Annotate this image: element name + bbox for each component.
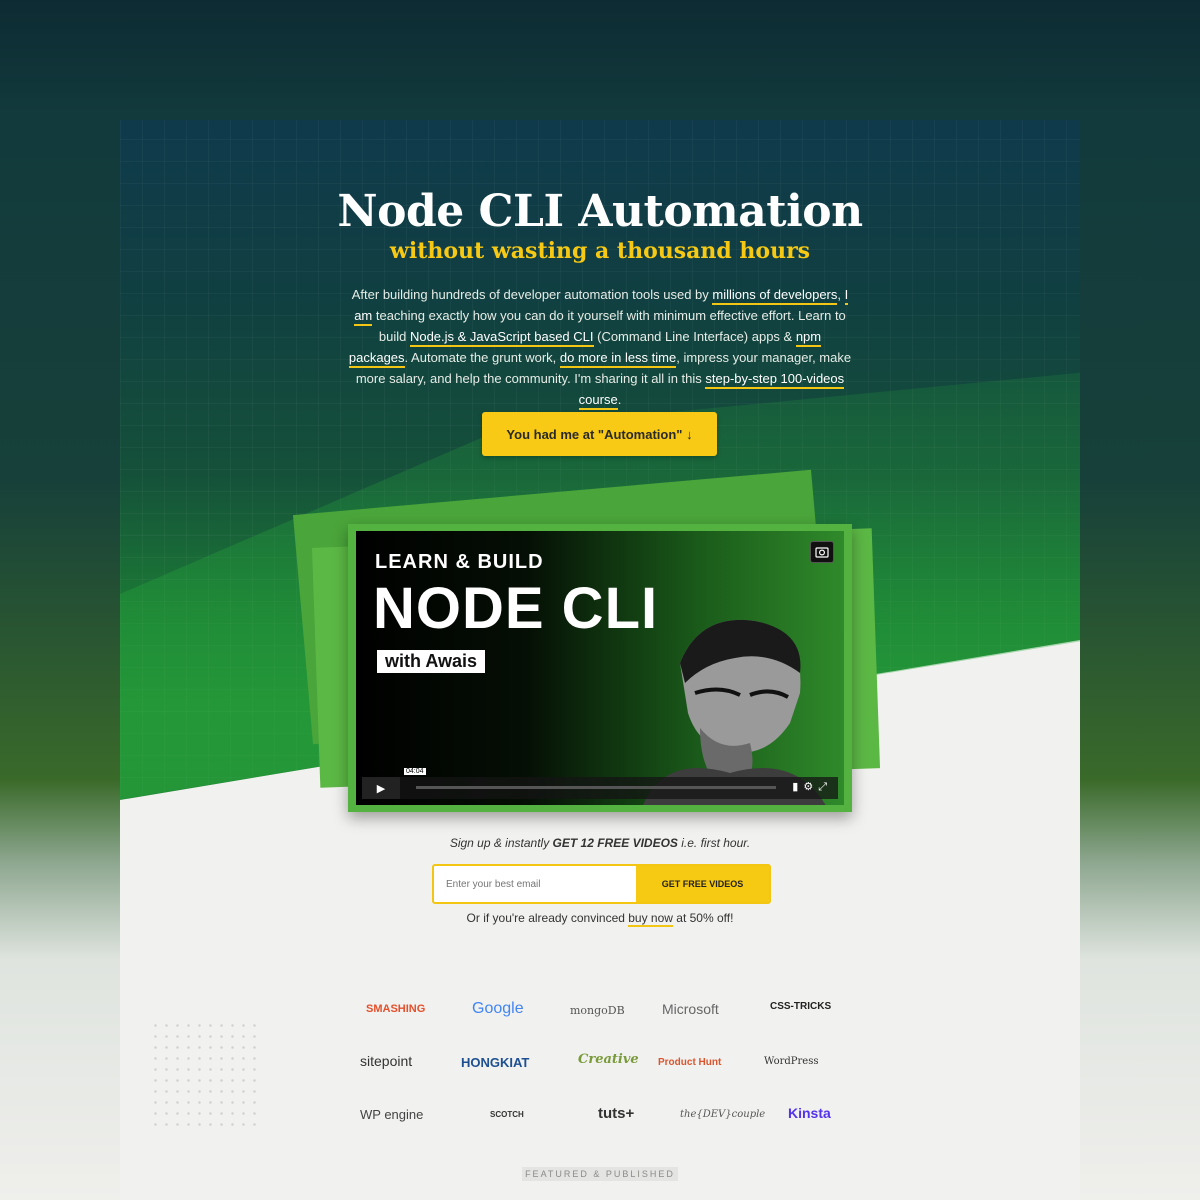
intro-text: . <box>617 392 622 407</box>
video-node-cli-text: NODE CLI <box>373 576 659 641</box>
buy-pre-text: Or if you're already convinced <box>466 911 629 925</box>
featured-label: FEATURED & PUBLISHED <box>522 1167 678 1181</box>
google-logo: Google <box>472 1000 524 1017</box>
intro-link[interactable]: millions of developers <box>712 287 838 305</box>
logo-grid: SMASHING Google mongoDB Microsoft CSS-TR… <box>350 995 860 1170</box>
product-hunt-logo: Product Hunt <box>658 1057 722 1068</box>
intro-paragraph: After building hundreds of developer aut… <box>348 284 852 410</box>
signup-pre-text: Sign up & instantly <box>449 836 553 850</box>
intro-link[interactable]: Node.js & JavaScript based CLI <box>409 329 594 347</box>
intro-link[interactable]: do more in less time <box>559 350 677 368</box>
wordpress-logo: WordPress <box>764 1056 819 1067</box>
scotch-logo: SCOTCH <box>490 1110 524 1119</box>
buy-now-line: Or if you're already convinced buy now a… <box>120 911 1080 927</box>
landing-page: Node CLI Automation without wasting a th… <box>120 120 1080 1200</box>
smashing-logo: SMASHING <box>366 1003 426 1015</box>
get-free-videos-button[interactable]: GET FREE VIDEOS <box>636 866 769 902</box>
dot-pattern <box>150 1020 260 1130</box>
video-with-awais-text: with Awais <box>377 650 486 673</box>
video-duration: 04:04 <box>404 768 426 775</box>
video-controls[interactable]: ▶ 04:04 ▮⚙⤢ <box>362 768 838 799</box>
creative-market-logo: Creative <box>578 1052 639 1067</box>
video-player[interactable]: LEARN & BUILD NODE CLI with Awais ▶ 04:0… <box>348 524 852 812</box>
microsoft-logo: Microsoft <box>662 1001 719 1017</box>
signup-post-text: i.e. first hour. <box>677 836 751 850</box>
css-tricks-logo: CSS-TRICKS <box>770 1001 832 1012</box>
signup-tagline: Sign up & instantly GET 12 FREE VIDEOS i… <box>120 836 1080 850</box>
camera-icon[interactable] <box>810 541 834 563</box>
page-title: Node CLI Automation <box>337 186 863 237</box>
tuts-logo: tuts+ <box>598 1105 635 1122</box>
buy-post-text: at 50% off! <box>672 911 734 925</box>
intro-text: , <box>837 287 845 302</box>
hongkiat-logo: HONGKIAT <box>461 1055 530 1070</box>
kinsta-logo: Kinsta <box>788 1105 831 1121</box>
cta-button[interactable]: You had me at "Automation" ↓ <box>482 412 717 456</box>
intro-text: (Command Line Interface) apps & <box>593 329 796 344</box>
intro-text: . Automate the grunt work, <box>404 350 560 365</box>
signup-form: GET FREE VIDEOS <box>432 864 771 904</box>
video-progress-track[interactable] <box>416 786 776 789</box>
instructor-illustration <box>643 619 826 805</box>
dev-couple-logo: the{DEV}couple <box>680 1109 766 1120</box>
sitepoint-logo: sitepoint <box>360 1053 413 1069</box>
intro-text: After building hundreds of developer aut… <box>351 287 713 302</box>
buy-now-link[interactable]: buy now <box>628 911 673 927</box>
page-subtitle: without wasting a thousand hours <box>389 238 811 264</box>
wp-engine-logo: WP engine <box>360 1107 424 1122</box>
video-learn-build-text: LEARN & BUILD <box>375 551 544 573</box>
play-icon[interactable]: ▶ <box>362 777 400 799</box>
signup-bold-text: GET 12 FREE VIDEOS <box>552 836 678 850</box>
video-settings-icons[interactable]: ▮⚙⤢ <box>792 780 832 794</box>
video-thumbnail[interactable]: LEARN & BUILD NODE CLI with Awais ▶ 04:0… <box>356 531 844 805</box>
mongodb-logo: mongoDB <box>570 1004 625 1017</box>
email-field[interactable] <box>434 866 634 902</box>
